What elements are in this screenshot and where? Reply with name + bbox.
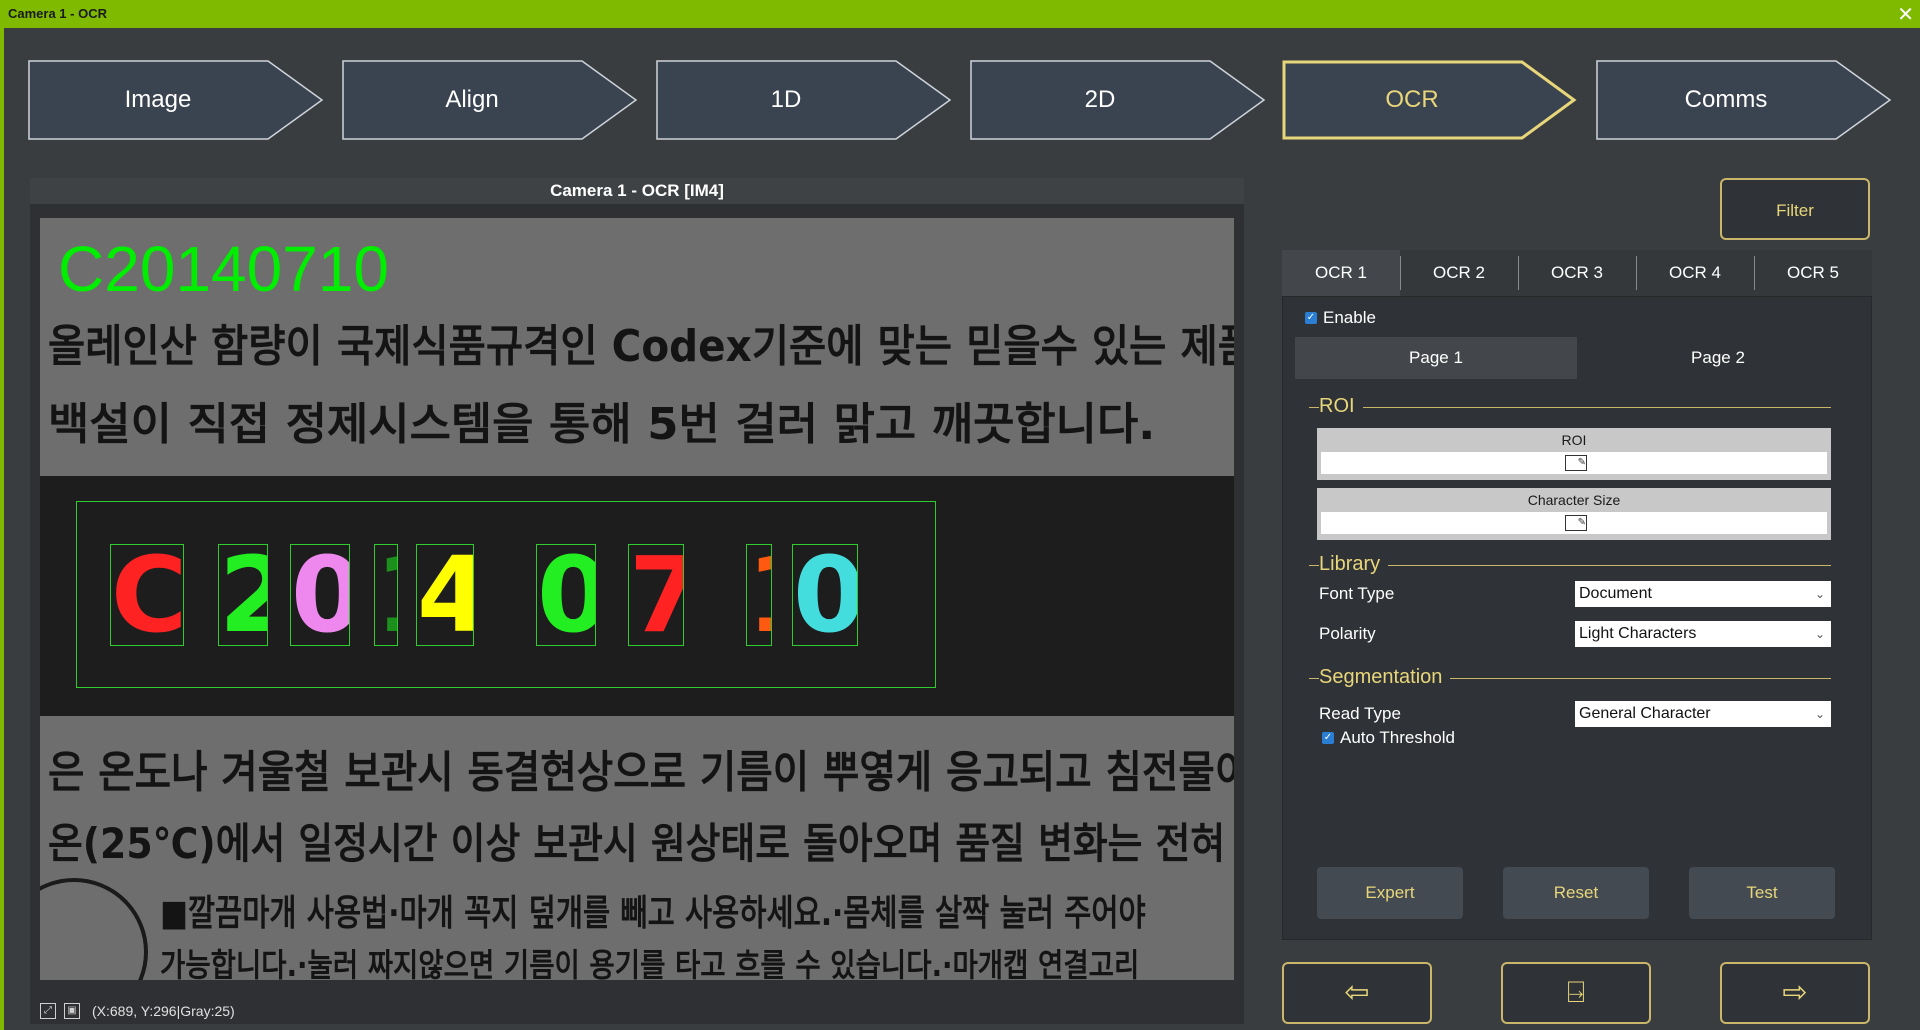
- ocr-char-box: C: [110, 544, 184, 646]
- edit-rectangle-icon: ✎: [1565, 515, 1587, 531]
- arrow-right-icon: ⇨: [1782, 976, 1808, 1009]
- auto-threshold-checkbox[interactable]: ✓: [1322, 732, 1334, 744]
- step-2d-label: 2D: [1084, 86, 1116, 113]
- step-align[interactable]: Align: [342, 60, 638, 140]
- polarity-select[interactable]: Light Characters ⌄: [1575, 621, 1831, 647]
- next-button[interactable]: ⇨: [1720, 962, 1870, 1024]
- ocr-char-box: 1: [374, 544, 398, 646]
- step-image-label: Image: [124, 86, 192, 113]
- polarity-label: Polarity: [1319, 624, 1376, 643]
- fit-view-icon[interactable]: ⤢: [40, 1003, 56, 1019]
- tab-ocr-2[interactable]: OCR 2: [1400, 250, 1518, 296]
- image-text-line: 은 온도나 겨울철 보관시 동결현상으로 기름이 뿌옇게 응고되고 침전물이 생…: [48, 747, 1234, 798]
- ocr-result-text: C20140710: [58, 233, 389, 305]
- chevron-down-icon: ⌄: [1814, 707, 1825, 721]
- auto-threshold-label: Auto Threshold: [1340, 728, 1455, 747]
- font-type-label: Font Type: [1319, 584, 1395, 603]
- enable-checkbox[interactable]: ✓: [1305, 312, 1317, 324]
- ocr-char-box: 0: [792, 544, 858, 646]
- test-button[interactable]: Test: [1689, 867, 1835, 919]
- library-section-heading: Library: [1319, 553, 1389, 576]
- ocr-char: C: [111, 544, 184, 646]
- back-button[interactable]: ⇦: [1282, 962, 1432, 1024]
- segmentation-section-heading: Segmentation: [1319, 666, 1451, 689]
- image-text-line: 올레인산 함량이 국제식품규격인 Codex기준에 맞는 믿을수 있는 제품입: [48, 321, 1234, 372]
- tab-ocr-1[interactable]: OCR 1: [1282, 250, 1400, 296]
- ocr-char: 1: [375, 545, 397, 645]
- step-image[interactable]: Image: [28, 60, 324, 140]
- character-size-label: Character Size: [1527, 492, 1621, 508]
- ocr-char-box: 0: [536, 544, 596, 646]
- step-ocr-label: OCR: [1385, 86, 1439, 113]
- arrow-left-icon: ⇦: [1344, 976, 1370, 1009]
- ocr-char: 0: [793, 545, 857, 645]
- image-logo-circle: [40, 878, 148, 980]
- cursor-readout: (X:689, Y:296|Gray:25): [92, 1003, 235, 1019]
- image-text-line: 가능합니다.·눌러 짜지않으면 기름이 용기를 타고 흐를 수 있습니다.·마개…: [160, 946, 1140, 980]
- title-bar: Camera 1 - OCR ✕: [0, 0, 1920, 28]
- step-1d[interactable]: 1D: [656, 60, 952, 140]
- font-type-value: Document: [1579, 585, 1652, 602]
- read-type-select[interactable]: General Character ⌄: [1575, 701, 1831, 727]
- tab-ocr-5[interactable]: OCR 5: [1754, 250, 1872, 296]
- ocr-char-box: 2: [218, 544, 268, 646]
- roi-section-heading: ROI: [1319, 395, 1363, 418]
- ocr-char: 0: [537, 545, 595, 645]
- chevron-down-icon: ⌄: [1814, 627, 1825, 641]
- roi-button-bar: ✎: [1321, 452, 1827, 474]
- window-edge: [0, 28, 4, 1030]
- roi-edit-button[interactable]: ROI ✎: [1317, 428, 1831, 480]
- ocr-char: 4: [417, 545, 473, 645]
- enable-label: Enable: [1323, 308, 1376, 327]
- font-type-select[interactable]: Document ⌄: [1575, 581, 1831, 607]
- ocr-tab-bar: OCR 1 OCR 2 OCR 3 OCR 4 OCR 5: [1282, 250, 1872, 296]
- ocr-char-box: 1: [746, 544, 772, 646]
- step-align-label: Align: [445, 86, 499, 113]
- read-type-label: Read Type: [1319, 704, 1401, 723]
- image-text-line: 백설이 직접 정제시스템을 통해 5번 걸러 맑고 깨끗합니다.: [48, 399, 1156, 450]
- camera-image[interactable]: 올레인산 함량이 국제식품규격인 Codex기준에 맞는 믿을수 있는 제품입 …: [40, 218, 1234, 980]
- ocr-char-box: 7: [628, 544, 684, 646]
- tab-ocr-3[interactable]: OCR 3: [1518, 250, 1636, 296]
- ocr-char: 7: [629, 545, 683, 645]
- chevron-down-icon: ⌄: [1814, 587, 1825, 601]
- step-comms-label: Comms: [1684, 86, 1768, 113]
- page-tab-bar: Page 1 Page 2: [1295, 337, 1859, 379]
- character-size-button[interactable]: Character Size ✎: [1317, 488, 1831, 540]
- step-comms[interactable]: Comms: [1596, 60, 1892, 140]
- step-ocr[interactable]: OCR: [1282, 60, 1578, 140]
- image-viewer: Camera 1 - OCR [IM4] 올레인산 함량이 국제식품규격인 Co…: [30, 178, 1244, 1024]
- read-type-value: General Character: [1579, 705, 1711, 722]
- exit-door-icon: ⍈: [1567, 976, 1585, 1009]
- exit-button[interactable]: ⍈: [1501, 962, 1651, 1024]
- character-size-bar: ✎: [1321, 512, 1827, 534]
- tab-page-2[interactable]: Page 2: [1577, 337, 1859, 379]
- ocr-char-box: 0: [290, 544, 350, 646]
- ocr-settings-panel: ✓ Enable Page 1 Page 2 ROI ROI ✎ Charact…: [1282, 296, 1872, 940]
- filter-button[interactable]: Filter: [1720, 178, 1870, 240]
- close-icon[interactable]: ✕: [1897, 2, 1914, 27]
- viewer-status-bar: ⤢ ▣ (X:689, Y:296|Gray:25): [30, 998, 1244, 1024]
- step-1d-label: 1D: [770, 86, 802, 113]
- edit-rectangle-icon: ✎: [1565, 455, 1587, 471]
- tab-ocr-4[interactable]: OCR 4: [1636, 250, 1754, 296]
- ocr-char: 2: [219, 545, 267, 645]
- tab-page-1[interactable]: Page 1: [1295, 337, 1577, 379]
- step-2d[interactable]: 2D: [970, 60, 1266, 140]
- section-divider: [1309, 407, 1831, 408]
- image-icon[interactable]: ▣: [64, 1003, 80, 1019]
- ocr-char-box: 4: [416, 544, 474, 646]
- reset-button[interactable]: Reset: [1503, 867, 1649, 919]
- expert-button[interactable]: Expert: [1317, 867, 1463, 919]
- image-text-line: ■깔끔마개 사용법·마개 꼭지 덮개를 빼고 사용하세요.·몸체를 살짝 눌러 …: [160, 893, 1146, 934]
- window-title: Camera 1 - OCR: [8, 6, 107, 21]
- ocr-char: 0: [291, 545, 349, 645]
- roi-button-label: ROI: [1561, 432, 1587, 448]
- viewer-title: Camera 1 - OCR [IM4]: [30, 178, 1244, 204]
- polarity-value: Light Characters: [1579, 625, 1697, 642]
- ocr-char: 1: [747, 545, 771, 645]
- image-text-line: 온(25℃)에서 일정시간 이상 보관시 원상태로 돌아오며 품질 변화는 전혀…: [48, 819, 1234, 868]
